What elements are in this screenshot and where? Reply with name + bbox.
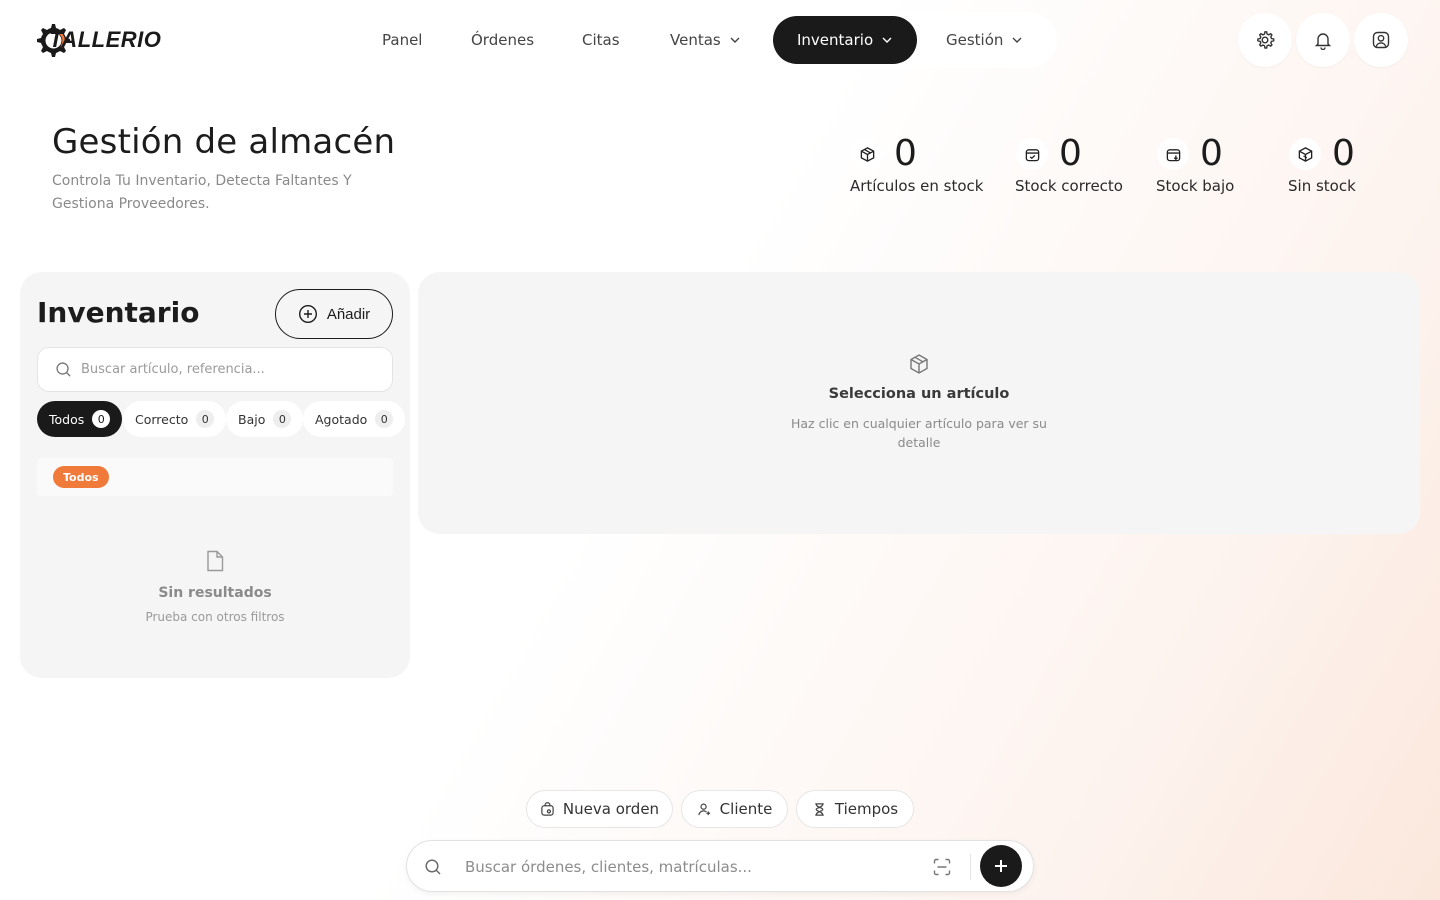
notifications-button[interactable] [1296, 13, 1350, 67]
box-check-icon [1016, 138, 1048, 170]
nav-label: Panel [382, 31, 423, 49]
settings-button[interactable] [1238, 13, 1292, 67]
chip-count: 0 [375, 410, 394, 428]
box-down-icon [1157, 138, 1189, 170]
nav-item-citas[interactable]: Citas [582, 16, 620, 64]
chip-label: Bajo [238, 411, 266, 427]
group-badge[interactable]: Todos [53, 466, 109, 488]
item-detail-panel: Selecciona un artículo Haz clic en cualq… [418, 272, 1420, 534]
global-search-input[interactable] [465, 855, 905, 879]
nav-item-inventario[interactable]: Inventario [773, 16, 918, 64]
new-client-button[interactable]: Cliente [681, 790, 788, 828]
new-order-button[interactable]: Nueva orden [526, 790, 673, 828]
plus-circle-icon [298, 304, 317, 324]
stat-value: 0 [1059, 133, 1082, 174]
nav-label: Inventario [797, 31, 874, 49]
nav-item-ventas[interactable]: Ventas [670, 16, 741, 64]
detail-empty-state: Selecciona un artículo Haz clic en cualq… [418, 352, 1420, 452]
chip-label: Agotado [315, 411, 368, 427]
nav-label: Citas [582, 31, 620, 49]
document-icon [207, 550, 224, 572]
nav-label: Órdenes [471, 31, 535, 49]
stat-label: Artículos en stock [850, 177, 984, 195]
order-icon [541, 801, 554, 816]
filter-chip-bajo[interactable]: Bajo 0 [226, 401, 304, 437]
inventory-empty-state: Sin resultados Prueba con otros filtros [20, 549, 410, 624]
page-subtitle: Controla Tu Inventario, Detecta Faltante… [52, 173, 352, 212]
chip-count: 0 [273, 410, 292, 428]
nav-item-gestion[interactable]: Gestión [946, 16, 1023, 64]
empty-title: Selecciona un artículo [828, 386, 1010, 402]
add-item-button[interactable]: Añadir [275, 289, 393, 339]
quick-action-label: Cliente [719, 800, 773, 818]
add-item-label: Añadir [326, 305, 371, 323]
stat-value: 0 [1200, 133, 1223, 174]
hourglass-icon [815, 802, 824, 816]
empty-title: Sin resultados [158, 585, 272, 601]
profile-button[interactable] [1354, 13, 1408, 67]
nav-item-panel[interactable]: Panel [382, 16, 422, 64]
stat-label: Sin stock [1288, 177, 1356, 195]
create-button[interactable] [980, 845, 1022, 887]
page-title: Gestión de almacén [52, 122, 396, 162]
stat-value: 0 [894, 133, 917, 174]
nav-label: Ventas [670, 31, 721, 49]
nav-label: Gestión [946, 31, 1004, 49]
empty-subtitle: Prueba con otros filtros [145, 610, 285, 624]
chip-count: 0 [92, 410, 111, 428]
box-empty-icon [1289, 138, 1321, 170]
inventory-title: Inventario [37, 296, 200, 329]
gear-icon [1257, 31, 1275, 49]
filter-chip-correcto[interactable]: Correcto 0 [123, 401, 227, 437]
filter-chip-todos[interactable]: Todos 0 [37, 401, 123, 437]
group-header: Todos [37, 458, 393, 496]
plus-icon [995, 860, 1007, 872]
quick-action-label: Tiempos [834, 800, 899, 818]
search-icon [425, 859, 441, 875]
chevron-down-icon [882, 37, 892, 43]
stat-label: Stock correcto [1015, 177, 1123, 195]
inventory-search-input[interactable] [81, 362, 371, 377]
chevron-down-icon [730, 37, 740, 43]
inventory-panel: Inventario Añadir Todos 0 Correcto 0 Baj… [20, 272, 410, 678]
main-nav: Panel Órdenes Citas Ventas Inventario Ge… [352, 12, 1057, 68]
chip-label: Correcto [135, 411, 189, 427]
chip-count: 0 [196, 410, 215, 428]
inventory-search [37, 347, 393, 392]
search-icon [56, 362, 71, 377]
chip-label: Todos [49, 411, 85, 427]
nav-item-ordenes[interactable]: Órdenes [471, 16, 534, 64]
brand-logo[interactable]: TALLERIO [31, 18, 161, 62]
times-button[interactable]: Tiempos [796, 790, 914, 828]
box-icon [910, 354, 928, 374]
scan-icon[interactable] [932, 857, 952, 877]
quick-action-label: Nueva orden [562, 800, 660, 818]
filter-chip-agotado[interactable]: Agotado 0 [303, 401, 406, 437]
divider [970, 854, 971, 880]
global-command-bar [406, 840, 1034, 892]
brand-name: TALLERIO [49, 27, 162, 52]
user-add-icon [697, 803, 710, 815]
chevron-down-icon [1012, 37, 1022, 43]
bell-icon [1314, 33, 1332, 50]
stat-value: 0 [1332, 133, 1355, 174]
empty-subtitle: Haz clic en cualquier artículo para ver … [791, 416, 1047, 450]
box-icon [851, 138, 883, 170]
stat-label: Stock bajo [1156, 177, 1235, 195]
user-icon [1372, 31, 1390, 49]
